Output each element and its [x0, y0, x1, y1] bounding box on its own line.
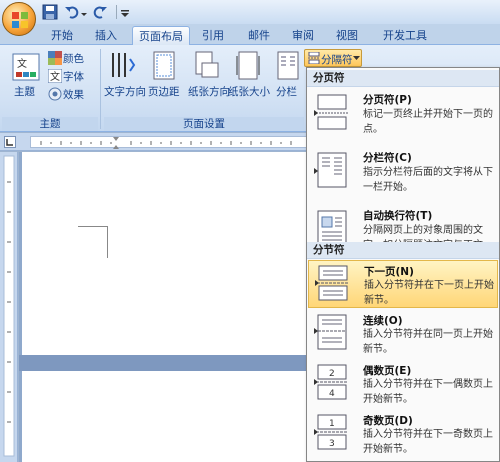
paper-size-icon — [236, 51, 260, 80]
margins-icon — [153, 51, 175, 80]
tab-selector[interactable] — [4, 136, 16, 148]
title-bar — [0, 0, 500, 24]
undo-icon[interactable] — [64, 4, 80, 20]
breaks-button-label: 分隔符 — [321, 54, 353, 66]
even-page-icon: 2 4 — [314, 364, 348, 400]
page-setup-group-label: 页面设置 — [104, 117, 304, 131]
menu-item-description: 插入分节符并在同一页上开始新节。 — [363, 329, 493, 355]
tab-developer[interactable]: 开发工具 — [376, 26, 434, 45]
svg-text:文: 文 — [50, 70, 60, 83]
menu-item-title: 分页符(P) — [363, 94, 412, 106]
office-button[interactable] — [2, 2, 36, 36]
tab-references[interactable]: 引用 — [194, 26, 232, 45]
svg-text:文: 文 — [17, 57, 27, 70]
margin-corner-mark — [78, 226, 108, 258]
menu-item-title: 连续(O) — [363, 315, 403, 327]
menu-item-title: 自动换行符(T) — [363, 210, 433, 222]
orientation-icon — [195, 51, 219, 78]
tab-home[interactable]: 开始 — [42, 26, 82, 45]
menu-item-title: 下一页(N) — [364, 266, 414, 278]
columns-icon — [277, 51, 299, 80]
fonts-icon: 文 — [48, 69, 62, 83]
tab-view[interactable]: 视图 — [328, 26, 366, 45]
menu-item-description: 插入分节符并在下一偶数页上开始新节。 — [363, 379, 493, 405]
continuous-icon — [314, 314, 347, 350]
next-page-icon — [315, 265, 349, 301]
menu-item-continuous[interactable]: 连续(O) 插入分节符并在同一页上开始新节。 — [308, 310, 498, 358]
redo-icon[interactable] — [92, 4, 108, 20]
menu-item-title: 奇数页(D) — [363, 415, 413, 427]
menu-item-page-break[interactable]: 分页符(P) 标记一页终止并开始下一页的点。 — [308, 88, 498, 146]
dropdown-arrow-icon — [353, 56, 360, 60]
group-separator — [100, 49, 101, 129]
colors-icon — [48, 51, 62, 65]
menu-item-description: 插入分节符并在下一页上开始新节。 — [364, 280, 494, 306]
ribbon-tabs: 开始 插入 页面布局 引用 邮件 审阅 视图 开发工具 — [0, 24, 500, 45]
breaks-dropdown-menu: 分页符 分页符(P) 标记一页终止并开始下一页的点。 分栏符(C) 指示分栏符后… — [306, 67, 500, 462]
office-logo-icon — [12, 12, 28, 28]
svg-text:2: 2 — [329, 369, 335, 379]
menu-item-title: 分栏符(C) — [363, 152, 412, 164]
menu-item-column-break[interactable]: 分栏符(C) 指示分栏符后面的文字将从下一栏开始。 — [308, 146, 498, 204]
themes-group-label: 主题 — [2, 117, 98, 131]
dropdown-arrow-icon[interactable] — [80, 4, 88, 20]
tab-insert[interactable]: 插入 — [86, 26, 126, 45]
menu-item-description: 指示分栏符后面的文字将从下一栏开始。 — [363, 167, 493, 193]
svg-text:4: 4 — [329, 389, 335, 399]
breaks-button[interactable]: 分隔符 — [304, 49, 362, 67]
column-break-icon — [314, 152, 347, 188]
menu-item-even-page[interactable]: 2 4 偶数页(E) 插入分节符并在下一偶数页上开始新节。 — [308, 360, 498, 408]
menu-item-title: 偶数页(E) — [363, 365, 412, 377]
text-wrapping-break-icon — [317, 210, 347, 246]
breaks-icon — [308, 52, 320, 64]
page-break-icon — [314, 94, 348, 130]
odd-page-icon: 1 3 — [314, 414, 348, 450]
themes-icon: 文 — [12, 53, 40, 81]
menu-item-description: 插入分节符并在下一奇数页上开始新节。 — [363, 429, 493, 455]
tab-review[interactable]: 审阅 — [284, 26, 322, 45]
customize-arrow-icon[interactable] — [120, 4, 130, 20]
effects-icon — [48, 87, 62, 101]
svg-text:3: 3 — [329, 439, 335, 449]
menu-item-odd-page[interactable]: 1 3 奇数页(D) 插入分节符并在下一奇数页上开始新节。 — [308, 410, 498, 458]
text-direction-icon — [112, 53, 136, 77]
tab-page-layout[interactable]: 页面布局 — [132, 26, 190, 45]
svg-text:1: 1 — [329, 419, 335, 429]
page-breaks-header: 分页符 — [307, 70, 499, 87]
section-breaks-header: 分节符 — [307, 242, 499, 259]
tab-mailings[interactable]: 邮件 — [240, 26, 278, 45]
save-icon[interactable] — [42, 4, 58, 20]
vertical-ruler[interactable] — [0, 152, 18, 462]
menu-item-description: 标记一页终止并开始下一页的点。 — [363, 109, 493, 135]
qat-separator — [116, 5, 117, 19]
menu-item-next-page[interactable]: 下一页(N) 插入分节符并在下一页上开始新节。 — [308, 260, 498, 308]
